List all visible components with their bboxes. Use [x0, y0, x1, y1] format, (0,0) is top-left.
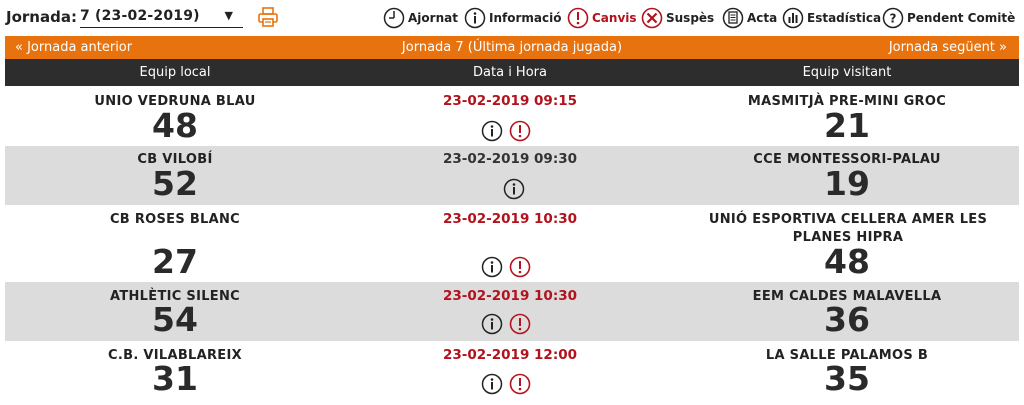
legend-estadistica: Estadística — [782, 6, 881, 30]
header-away-team: Equip visitant — [802, 65, 892, 80]
header-datetime: Data i Hora — [473, 65, 547, 80]
legend-canvis: Canvis — [567, 6, 637, 30]
alert-icon[interactable] — [509, 373, 531, 395]
clock-icon — [383, 7, 405, 29]
match-datetime: 23-02-2019 12:00 — [442, 347, 578, 363]
dropdown-arrow-icon: ▼ — [224, 9, 233, 22]
question-icon: ? — [882, 7, 904, 29]
print-icon[interactable] — [257, 6, 279, 28]
legend-label: Estadística — [807, 11, 882, 25]
legend-acta: Acta — [722, 6, 777, 30]
match-datetime: 23-02-2019 10:30 — [442, 288, 578, 304]
match-icons — [503, 178, 525, 200]
alert-icon[interactable] — [509, 313, 531, 335]
toolbar: Jornada: 7 (23-02-2019) ▼ Ajornat Inform… — [0, 0, 1024, 36]
table-row: CB ROSES BLANC 27 23-02-2019 10:30 UNIÓ … — [5, 205, 1019, 282]
alert-icon[interactable] — [509, 256, 531, 278]
jornada-select[interactable]: 7 (23-02-2019) ▼ — [80, 6, 243, 28]
info-icon[interactable] — [481, 373, 503, 395]
legend-label: Ajornat — [408, 11, 458, 25]
legend-label: Acta — [747, 11, 778, 25]
svg-text:?: ? — [890, 12, 897, 26]
legend-label: Suspès — [666, 11, 715, 25]
match-icons — [481, 256, 531, 278]
match-icons — [481, 313, 531, 335]
info-icon[interactable] — [481, 120, 503, 142]
home-score: 54 — [152, 300, 198, 339]
stats-icon — [782, 7, 804, 29]
info-icon — [464, 7, 486, 29]
legend-label: Pendent Comitè — [907, 11, 1016, 25]
away-score: 19 — [824, 164, 870, 203]
jornada-label: Jornada: — [6, 8, 77, 26]
home-score: 52 — [152, 164, 198, 203]
header-home-team: Equip local — [139, 65, 211, 80]
table-row: C.B. VILABLAREIX 31 23-02-2019 12:00 LA … — [5, 341, 1019, 405]
home-score: 48 — [152, 106, 198, 145]
table-row: UNIO VEDRUNA BLAU 48 23-02-2019 09:15 MA… — [5, 86, 1019, 146]
cross-icon — [641, 7, 663, 29]
away-score: 48 — [824, 242, 870, 281]
info-icon[interactable] — [503, 178, 525, 200]
next-jornada-link[interactable]: Jornada següent » — [889, 40, 1007, 55]
current-jornada: Jornada 7 (Última jornada jugada) — [401, 40, 623, 55]
prev-jornada-link[interactable]: « Jornada anterior — [15, 40, 132, 55]
info-icon[interactable] — [481, 256, 503, 278]
legend-label: Informació — [489, 11, 562, 25]
legend-suspes: Suspès — [641, 6, 714, 30]
legend-ajornat: Ajornat — [383, 6, 458, 30]
match-icons — [481, 120, 531, 142]
alert-icon[interactable] — [509, 120, 531, 142]
match-icons — [481, 373, 531, 395]
match-datetime: 23-02-2019 09:30 — [442, 151, 578, 167]
match-datetime: 23-02-2019 10:30 — [442, 211, 578, 227]
home-score: 27 — [152, 242, 198, 281]
table-row: ATHLÈTIC SILENC 54 23-02-2019 10:30 EEM … — [5, 282, 1019, 341]
alert-icon — [567, 7, 589, 29]
table-row: CB VILOBÍ 52 23-02-2019 09:30 CCE MONTES… — [5, 146, 1019, 205]
jornada-navbar: Jornada 7 (Última jornada jugada) « Jorn… — [5, 36, 1019, 59]
legend-label: Canvis — [592, 11, 637, 25]
home-score: 31 — [152, 359, 198, 398]
legend-pendent-comite: ? Pendent Comitè — [882, 6, 1015, 30]
away-score: 21 — [824, 106, 870, 145]
away-score: 36 — [824, 300, 870, 339]
document-icon — [722, 7, 744, 29]
legend-informacio: Informació — [464, 6, 561, 30]
jornada-select-value: 7 (23-02-2019) — [80, 8, 200, 24]
info-icon[interactable] — [481, 313, 503, 335]
away-score: 35 — [824, 359, 870, 398]
home-team: CB ROSES BLANC — [109, 212, 241, 227]
match-datetime: 23-02-2019 09:15 — [442, 93, 578, 109]
table-header: Equip local Data i Hora Equip visitant — [5, 59, 1019, 86]
